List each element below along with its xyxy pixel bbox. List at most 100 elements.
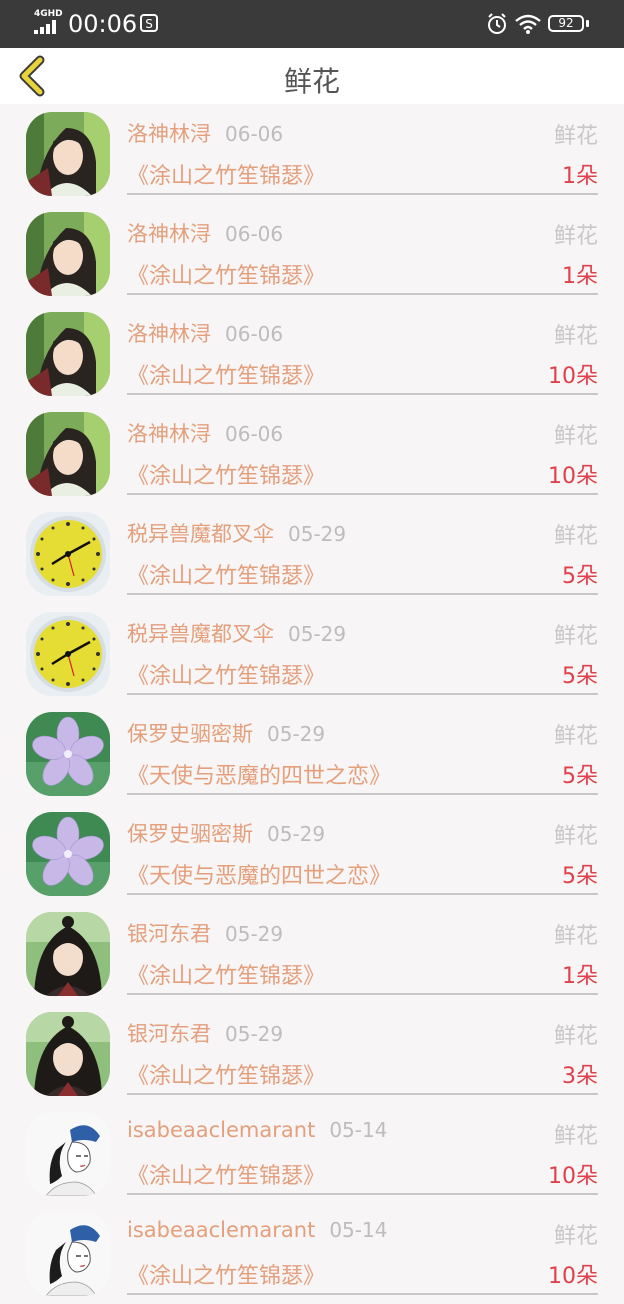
sender-name: 洛神林浔 06-06 <box>127 418 283 448</box>
book-title: 《涂山之竹笙锦瑟》 <box>127 1264 326 1289</box>
battery-level: 92 <box>558 16 574 30</box>
gift-type: 鲜花 <box>553 1124 598 1149</box>
battery-icon: 92 <box>548 15 584 32</box>
gift-date: 05-29 <box>288 622 347 646</box>
gift-type: 鲜花 <box>553 1224 598 1249</box>
flower-count: 5朵 <box>562 764 598 789</box>
gift-date: 05-14 <box>329 1118 388 1142</box>
gift-type: 鲜花 <box>553 424 598 449</box>
boy-dark-avatar[interactable] <box>26 1012 110 1096</box>
sketch-avatar[interactable] <box>26 1212 110 1296</box>
sender-name: 洛神林浔 06-06 <box>127 118 283 148</box>
boy-dark-avatar[interactable] <box>26 912 110 996</box>
network-label: 4GHD <box>34 9 63 19</box>
gift-type: 鲜花 <box>553 724 598 749</box>
divider <box>127 993 598 995</box>
status-bar: 4GHD 00:06 S 92 <box>0 0 624 48</box>
gift-date: 05-29 <box>267 822 326 846</box>
sender-name-text: 税异兽魔都叉伞 <box>127 522 274 546</box>
flower-count: 5朵 <box>562 864 598 889</box>
gift-date: 05-29 <box>225 1022 284 1046</box>
flower-count: 3朵 <box>562 1064 598 1089</box>
flower-avatar[interactable] <box>26 812 110 896</box>
sketch-avatar[interactable] <box>26 1112 110 1196</box>
sender-name-text: 税异兽魔都叉伞 <box>127 622 274 646</box>
title-bar: 鲜花 <box>0 48 624 104</box>
sender-name-text: isabeaaclemarant <box>127 1118 316 1142</box>
sender-name: 税异兽魔都叉伞 05-29 <box>127 618 346 648</box>
boy-green-avatar[interactable] <box>26 412 110 496</box>
sender-name-text: 银河东君 <box>127 922 211 946</box>
alarm-icon <box>488 13 506 34</box>
clock-avatar[interactable] <box>26 612 110 696</box>
list-item[interactable]: 税异兽魔都叉伞 05-29 鲜花 《涂山之竹笙锦瑟》 5朵 <box>0 604 624 704</box>
list-item[interactable]: 税异兽魔都叉伞 05-29 鲜花 《涂山之竹笙锦瑟》 5朵 <box>0 504 624 604</box>
sender-name-text: 保罗史骃密斯 <box>127 822 253 846</box>
gift-type: 鲜花 <box>553 924 598 949</box>
divider <box>127 293 598 295</box>
gift-type: 鲜花 <box>553 124 598 149</box>
sender-name: 税异兽魔都叉伞 05-29 <box>127 518 346 548</box>
flower-count: 10朵 <box>548 1264 598 1289</box>
divider <box>127 1193 598 1195</box>
flower-count: 5朵 <box>562 564 598 589</box>
gift-date: 06-06 <box>225 122 284 146</box>
battery-cap <box>586 20 589 27</box>
list-item[interactable]: 洛神林浔 06-06 鲜花 《涂山之竹笙锦瑟》 1朵 <box>0 204 624 304</box>
boy-green-avatar[interactable] <box>26 212 110 296</box>
sender-name-text: 洛神林浔 <box>127 122 211 146</box>
list-item[interactable]: 银河东君 05-29 鲜花《涂山之竹笙锦瑟》 1朵 <box>0 904 624 1004</box>
boy-green-avatar[interactable] <box>26 312 110 396</box>
sender-name: 银河东君 05-29 <box>127 1018 283 1048</box>
divider <box>127 893 598 895</box>
sender-name-text: 洛神林浔 <box>127 222 211 246</box>
clock-avatar[interactable] <box>26 512 110 596</box>
flower-count: 10朵 <box>548 464 598 489</box>
sender-name: isabeaaclemarant 05-14 <box>127 1118 387 1142</box>
flower-count: 1朵 <box>562 964 598 989</box>
list-item[interactable]: isabeaaclemarant 05-14 鲜花《涂山之竹笙锦瑟》 10朵 <box>0 1204 624 1304</box>
sender-name-text: 洛神林浔 <box>127 322 211 346</box>
list-item[interactable]: 洛神林浔 06-06 鲜花 《涂山之竹笙锦瑟》 10朵 <box>0 304 624 404</box>
flower-avatar[interactable] <box>26 712 110 796</box>
book-title: 《涂山之竹笙锦瑟》 <box>127 664 326 689</box>
divider <box>127 1293 598 1295</box>
gift-type: 鲜花 <box>553 524 598 549</box>
sender-name-text: 保罗史骃密斯 <box>127 722 253 746</box>
list-item[interactable]: 洛神林浔 06-06 鲜花《涂山之竹笙锦瑟》 1朵 <box>0 104 624 204</box>
sender-name: 保罗史骃密斯 05-29 <box>127 818 325 848</box>
book-title: 《涂山之竹笙锦瑟》 <box>127 1064 326 1089</box>
book-title: 《涂山之竹笙锦瑟》 <box>127 464 326 489</box>
book-title: 《涂山之竹笙锦瑟》 <box>127 264 326 289</box>
list-item[interactable]: 银河东君 05-29 鲜花 《涂山之竹笙锦瑟》 3朵 <box>0 1004 624 1104</box>
flower-count: 1朵 <box>562 264 598 289</box>
divider <box>127 793 598 795</box>
list-item[interactable]: 保罗史骃密斯 05-29 鲜花 《天使与恶魔的四世之恋》 5朵 <box>0 804 624 904</box>
divider <box>127 193 598 195</box>
sender-name: 保罗史骃密斯 05-29 <box>127 718 325 748</box>
gift-type: 鲜花 <box>553 324 598 349</box>
divider <box>127 393 598 395</box>
flower-count: 1朵 <box>562 164 598 189</box>
sender-name-text: 洛神林浔 <box>127 422 211 446</box>
gift-date: 05-29 <box>267 722 326 746</box>
list-item[interactable]: isabeaaclemarant 05-14 鲜花 《涂山之竹笙锦瑟》 10朵 <box>0 1104 624 1204</box>
gift-date: 05-29 <box>225 922 284 946</box>
book-title: 《天使与恶魔的四世之恋》 <box>127 864 392 889</box>
sender-name: 洛神林浔 06-06 <box>127 318 283 348</box>
clock-time: 00:06 <box>68 10 138 38</box>
list-item[interactable]: 保罗史骃密斯 05-29 鲜花 《天使与恶魔的四世之恋》 5朵 <box>0 704 624 804</box>
book-title: 《涂山之竹笙锦瑟》 <box>127 964 326 989</box>
sender-name: 洛神林浔 06-06 <box>127 218 283 248</box>
sender-name-text: 银河东君 <box>127 1022 211 1046</box>
svg-text:S: S <box>145 17 153 31</box>
gift-date: 05-29 <box>288 522 347 546</box>
gift-date: 06-06 <box>225 222 284 246</box>
wifi-icon <box>515 14 541 34</box>
sender-name: isabeaaclemarant 05-14 <box>127 1218 387 1242</box>
list-item[interactable]: 洛神林浔 06-06 鲜花《涂山之竹笙锦瑟》 10朵 <box>0 404 624 504</box>
book-title: 《涂山之竹笙锦瑟》 <box>127 164 326 189</box>
boy-green-avatar[interactable] <box>26 112 110 196</box>
gift-date: 06-06 <box>225 422 284 446</box>
flower-gift-list: 洛神林浔 06-06 鲜花 《涂山之竹笙锦瑟》 1朵 洛神林浔 06-06 鲜花 《涂山之竹笙锦… <box>0 104 624 1304</box>
